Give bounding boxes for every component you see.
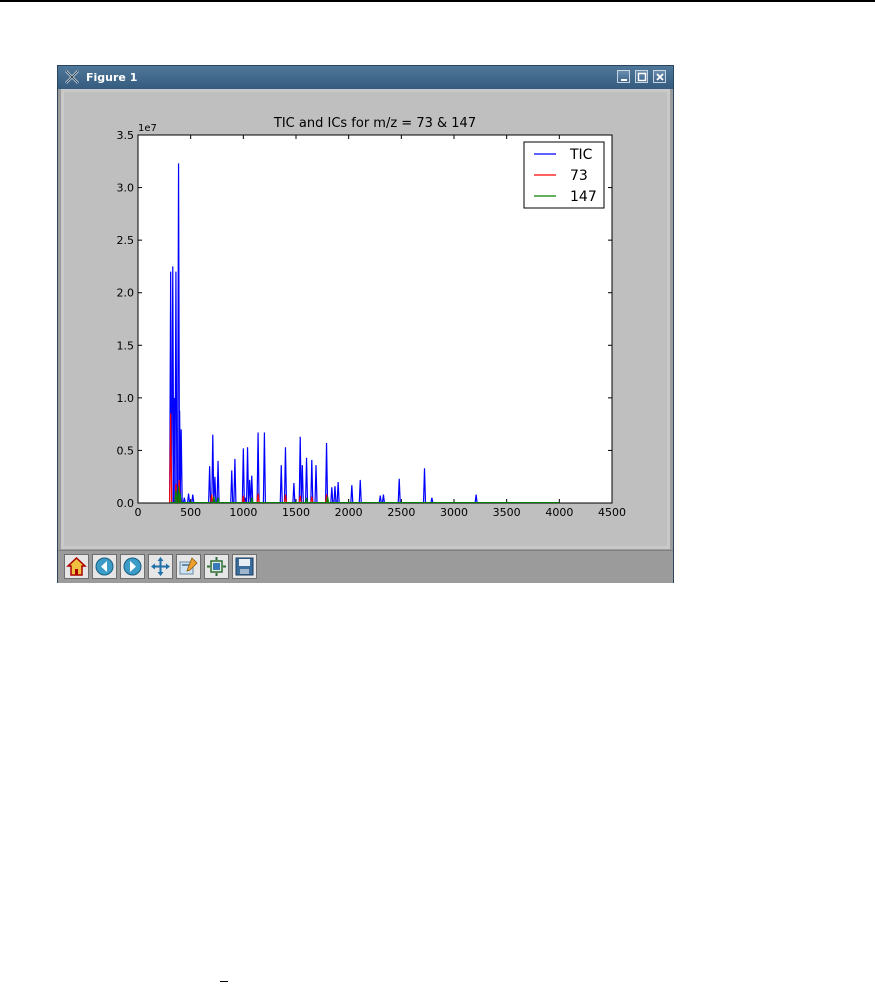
app-x-icon bbox=[65, 70, 79, 84]
save-button[interactable] bbox=[232, 554, 257, 579]
legend-label: 147 bbox=[570, 189, 597, 205]
window-title: Figure 1 bbox=[86, 71, 138, 84]
forward-button[interactable] bbox=[120, 554, 145, 579]
y-tick-label: 0.0 bbox=[117, 497, 135, 510]
back-icon bbox=[95, 557, 114, 576]
title-bar[interactable]: Figure 1 bbox=[58, 66, 673, 89]
navigation-toolbar bbox=[58, 550, 673, 583]
y-tick-label: 1.5 bbox=[117, 339, 135, 352]
zoom-to-rect-button[interactable] bbox=[176, 554, 201, 579]
chart-title: TIC and ICs for m/z = 73 & 147 bbox=[273, 116, 476, 131]
y-tick-label: 0.5 bbox=[117, 444, 135, 457]
y-tick-label: 1.0 bbox=[117, 392, 135, 405]
forward-icon bbox=[123, 557, 142, 576]
x-tick-label: 2500 bbox=[387, 506, 415, 519]
legend: TIC 73 147 bbox=[523, 141, 605, 209]
y-multiplier-label: 1e7 bbox=[138, 123, 157, 134]
y-tick-label: 2.0 bbox=[117, 287, 135, 300]
x-tick-label: 0 bbox=[135, 506, 142, 519]
home-icon bbox=[66, 556, 87, 576]
maximize-button[interactable] bbox=[635, 70, 648, 83]
y-tick-label: 3.0 bbox=[117, 182, 135, 195]
configure-subplots-button[interactable] bbox=[204, 554, 229, 579]
figure-canvas[interactable]: TIC and ICs for m/z = 73 & 147 1e7 0 500 1… bbox=[61, 89, 670, 549]
pan-button[interactable] bbox=[148, 554, 173, 579]
x-tick-label: 2000 bbox=[335, 506, 363, 519]
x-tick-label: 4500 bbox=[598, 506, 626, 519]
x-tick-label: 1000 bbox=[229, 506, 257, 519]
top-rule bbox=[0, 0, 875, 2]
x-tick-label: 4000 bbox=[545, 506, 573, 519]
back-button[interactable] bbox=[92, 554, 117, 579]
y-tick-label: 2.5 bbox=[117, 234, 135, 247]
figure-window: Figure 1 TIC and ICs for m/z = 73 & 147 … bbox=[57, 65, 674, 583]
legend-label: 73 bbox=[570, 168, 588, 184]
pan-icon bbox=[151, 557, 170, 576]
y-tick-label: 3.5 bbox=[117, 129, 135, 142]
x-tick-label: 3500 bbox=[493, 506, 521, 519]
chart: TIC and ICs for m/z = 73 & 147 1e7 0 500 1… bbox=[64, 92, 667, 546]
home-button[interactable] bbox=[64, 554, 89, 579]
configure-subplots-icon bbox=[207, 557, 226, 576]
save-icon bbox=[235, 557, 254, 576]
x-tick-label: 500 bbox=[180, 506, 201, 519]
bottom-mark bbox=[220, 981, 228, 982]
maximize-icon bbox=[637, 72, 647, 82]
legend-label: TIC bbox=[569, 147, 593, 163]
x-tick-label: 1500 bbox=[282, 506, 310, 519]
zoom-to-rect-icon bbox=[179, 557, 198, 575]
minimize-button[interactable] bbox=[617, 70, 630, 83]
close-button[interactable] bbox=[653, 70, 666, 83]
x-tick-label: 3000 bbox=[440, 506, 468, 519]
close-icon bbox=[656, 73, 664, 81]
minimize-icon bbox=[621, 79, 627, 81]
